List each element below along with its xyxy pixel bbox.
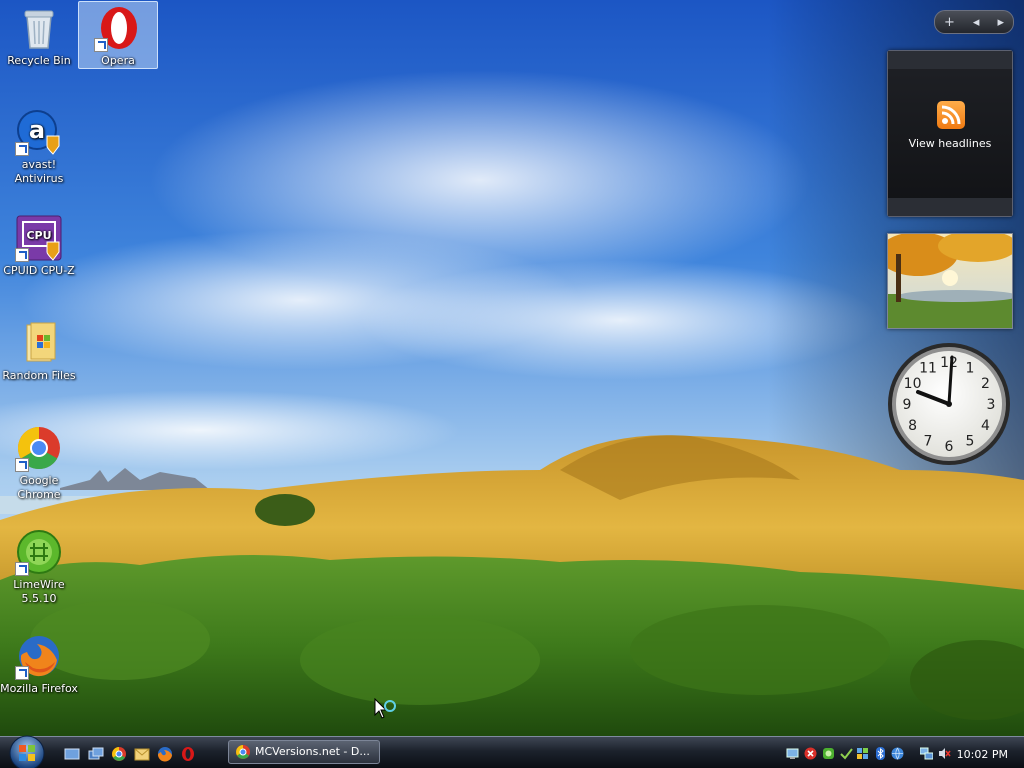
desktop-screen: Recycle Bin Opera a avast! Antivirus CPU… (0, 0, 1024, 768)
chrome-icon (235, 744, 251, 760)
recycle-bin-icon (15, 4, 63, 52)
security-alert-icon[interactable] (804, 745, 817, 760)
busy-cursor-icon (374, 697, 400, 724)
firefox-icon (15, 632, 63, 680)
clock-number: 12 (940, 355, 958, 371)
taskbar-window-button[interactable]: MCVersions.net - D... (228, 740, 380, 764)
sidebar-controls: + ◂ ▸ (934, 10, 1014, 34)
desktop-icon-opera[interactable]: Opera (78, 1, 158, 69)
clock-number: 11 (919, 361, 937, 377)
feed-headlines-gadget[interactable]: View headlines (887, 50, 1013, 217)
slideshow-photo (888, 234, 1012, 328)
desktop-icon-label: CPUID CPU-Z (3, 264, 75, 277)
svg-text:a: a (29, 116, 45, 144)
start-button[interactable] (6, 733, 48, 768)
shortcut-arrow-icon (94, 38, 108, 52)
shortcut-arrow-icon (15, 458, 29, 472)
clock-gadget[interactable]: 12 1 2 3 4 5 6 7 8 9 10 11 (886, 341, 1012, 467)
gadget-band-bottom (888, 198, 1012, 216)
desktop-icon-label: Random Files (2, 369, 76, 382)
firefox-quicklaunch-icon[interactable] (157, 746, 173, 762)
mail-quicklaunch-icon[interactable] (134, 746, 150, 762)
add-gadget-button[interactable]: + (944, 15, 955, 30)
opera-quicklaunch-icon[interactable] (180, 746, 196, 762)
globe-icon[interactable] (891, 745, 904, 760)
desktop-icon-label: Opera (101, 54, 135, 67)
clock-number: 6 (945, 439, 954, 455)
chrome-icon (15, 424, 63, 472)
desktop-icon-limewire[interactable]: LimeWire 5.5.10 (0, 526, 78, 606)
shortcut-arrow-icon (15, 248, 29, 262)
green-app-icon[interactable] (822, 745, 835, 759)
desktop-wallpaper[interactable] (0, 0, 1024, 736)
bluetooth-icon[interactable] (874, 745, 887, 760)
limewire-icon (15, 528, 63, 576)
system-tray: 10:02 PM (784, 740, 1020, 764)
taskbar-clock[interactable]: 10:02 PM (957, 748, 1008, 761)
desktop-icon-recycle-bin[interactable]: Recycle Bin (0, 2, 78, 68)
clock-number: 2 (981, 376, 990, 392)
desktop-icon-avast[interactable]: a avast! Antivirus (0, 106, 78, 186)
view-headlines-link[interactable]: View headlines (888, 137, 1012, 150)
clock-number: 1 (966, 361, 975, 377)
desktop-icon-label: avast! Antivirus (14, 158, 64, 185)
clock-number: 10 (904, 376, 922, 392)
clock-number: 8 (908, 418, 917, 434)
clock-number: 4 (981, 418, 990, 434)
shortcut-arrow-icon (15, 142, 29, 156)
svg-text:CPU: CPU (26, 229, 51, 242)
desktop-icon-label: LimeWire 5.5.10 (13, 578, 65, 605)
desktop-icon-label: Google Chrome (17, 474, 61, 501)
desktop-icon-label: Recycle Bin (7, 54, 71, 67)
check-status-icon[interactable] (840, 745, 853, 760)
clock-number: 5 (966, 433, 975, 449)
volume-muted-icon[interactable] (938, 745, 951, 759)
desktop-icon-chrome[interactable]: Google Chrome (0, 422, 78, 502)
switch-windows-icon[interactable] (88, 746, 104, 762)
clock-number: 9 (903, 397, 912, 413)
chrome-quicklaunch-icon[interactable] (111, 746, 127, 762)
cpuz-icon: CPU (15, 214, 63, 262)
rss-icon (937, 101, 965, 129)
desktop-icon-random-files[interactable]: Random Files (0, 317, 78, 383)
network-icon[interactable] (919, 745, 934, 760)
show-desktop-icon[interactable] (64, 746, 80, 762)
desktop-icon-cpuz[interactable]: CPU CPUID CPU-Z (0, 212, 78, 278)
network-monitor-icon[interactable] (786, 745, 799, 759)
shortcut-arrow-icon (15, 666, 29, 680)
clock-number: 3 (987, 397, 996, 413)
device-manager-icon[interactable] (856, 745, 869, 759)
previous-gadgets-button[interactable]: ◂ (973, 15, 980, 30)
slideshow-gadget[interactable] (887, 233, 1013, 329)
shortcut-arrow-icon (15, 562, 29, 576)
clock-number: 7 (924, 433, 933, 449)
next-gadgets-button[interactable]: ▸ (997, 15, 1004, 30)
folder-icon (15, 319, 63, 367)
desktop-icon-firefox[interactable]: Mozilla Firefox (0, 630, 78, 696)
desktop-icon-label: Mozilla Firefox (0, 682, 78, 695)
avast-icon: a (15, 108, 63, 156)
taskbar: MCVersions.net - D... 10:02 PM (0, 733, 1024, 768)
opera-icon (94, 4, 142, 52)
taskbar-window-title: MCVersions.net - D... (255, 745, 370, 758)
gadget-band-top (888, 51, 1012, 69)
